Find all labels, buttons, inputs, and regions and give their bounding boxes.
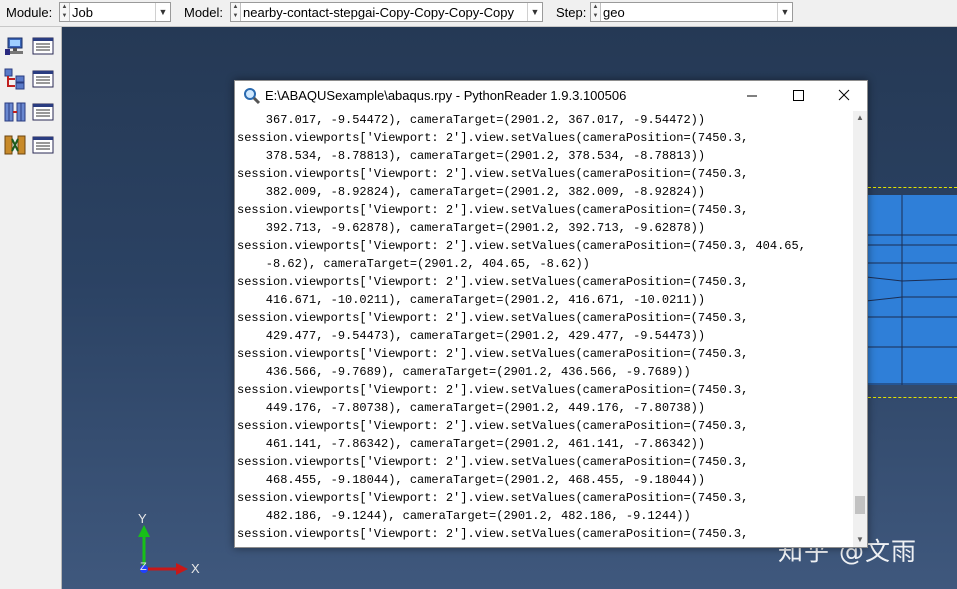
module-combo[interactable]: ▲ ▼ Job ▼ [59,2,171,22]
step-combo[interactable]: ▲ ▼ geo ▼ [590,2,793,22]
script-line: 461.141, -7.86342), cameraTarget=(2901.2… [237,437,706,451]
model-spin-icon[interactable]: ▲ ▼ [231,3,241,21]
adaptivity-icon[interactable] [4,68,26,90]
step-value: geo [603,5,625,20]
script-line: session.viewports['Viewport: 2'].view.se… [237,491,749,505]
script-line: session.viewports['Viewport: 2'].view.se… [237,419,749,433]
script-line: session.viewports['Viewport: 2'].view.se… [237,239,806,253]
model-combo[interactable]: ▲ ▼ nearby-contact-stepgai-Copy-Copy-Copy… [230,2,543,22]
maximize-button[interactable] [775,81,821,111]
axis-y-label: Y [138,511,147,526]
model-chevron-down-icon[interactable]: ▼ [527,3,542,21]
python-reader-window[interactable]: E:\ABAQUSexample\abaqus.rpy - PythonRead… [234,80,868,548]
close-icon [838,89,850,101]
minimize-button[interactable] [729,81,775,111]
module-spin-icon[interactable]: ▲ ▼ [60,3,70,21]
job-list-icon[interactable] [32,35,54,57]
step-chevron-down-icon[interactable]: ▼ [777,3,792,21]
magnifier-icon [243,87,261,105]
step-spin-icon[interactable]: ▲ ▼ [591,3,601,21]
module-chevron-down-icon[interactable]: ▼ [155,3,170,21]
script-line: session.viewports['Viewport: 2'].view.se… [237,455,749,469]
scroll-down-icon[interactable]: ▼ [853,533,867,547]
script-line: 382.009, -8.92824), cameraTarget=(2901.2… [237,185,706,199]
script-text-area[interactable]: 367.017, -9.54472), cameraTarget=(2901.2… [237,111,853,547]
vertical-scrollbar[interactable]: ▲ ▼ [853,111,867,547]
adaptivity-list-icon[interactable] [32,68,54,90]
close-button[interactable] [821,81,867,111]
script-line: 392.713, -9.62878), cameraTarget=(2901.2… [237,221,706,235]
script-line: session.viewports['Viewport: 2'].view.se… [237,275,749,289]
script-line: session.viewports['Viewport: 2'].view.se… [237,131,749,145]
script-line: 416.671, -10.0211), cameraTarget=(2901.2… [237,293,706,307]
window-title: E:\ABAQUSexample\abaqus.rpy - PythonRead… [265,88,627,103]
scroll-thumb[interactable] [855,495,865,514]
optimization-list-icon[interactable] [32,134,54,156]
script-line: 449.176, -7.80738), cameraTarget=(2901.2… [237,401,706,415]
module-value: Job [72,5,93,20]
step-label: Step: [556,5,587,20]
script-line: 468.455, -9.18044), cameraTarget=(2901.2… [237,473,706,487]
script-line: 367.017, -9.54472), cameraTarget=(2901.2… [237,113,706,127]
model-label: Model: [184,5,224,20]
script-line: session.viewports['Viewport: 2'].view.se… [237,383,749,397]
script-line: session.viewports['Viewport: 2'].view.se… [237,167,749,181]
script-line: -8.62), cameraTarget=(2901.2, 404.65, -8… [237,257,590,271]
script-line: session.viewports['Viewport: 2'].view.se… [237,347,749,361]
script-line: session.viewports['Viewport: 2'].view.se… [237,203,749,217]
script-line: session.viewports['Viewport: 2'].view.se… [237,527,749,541]
module-label: Module: [6,5,53,20]
script-line: 482.186, -9.1244), cameraTarget=(2901.2,… [237,509,691,523]
boundary-dash-top [868,187,957,188]
model-value: nearby-contact-stepgai-Copy-Copy-Copy-Co… [243,5,514,20]
script-line: session.viewports['Viewport: 2'].view.se… [237,311,749,325]
axis-x-label: X [191,561,200,576]
boundary-dash-bottom [868,397,957,398]
co-execution-icon[interactable] [4,101,26,123]
job-manager-icon[interactable] [4,35,26,57]
toolbox [0,27,62,589]
script-line: 378.534, -8.78813), cameraTarget=(2901.2… [237,149,706,163]
scroll-up-icon[interactable]: ▲ [853,111,867,125]
optimization-icon[interactable] [4,134,26,156]
context-bar: Module: ▲ ▼ Job ▼ Model: ▲ ▼ nearby-contac… [0,0,957,27]
minimize-icon [747,95,757,97]
window-title-bar[interactable]: E:\ABAQUSexample\abaqus.rpy - PythonRead… [235,81,867,111]
script-line: 436.566, -9.7689), cameraTarget=(2901.2,… [237,365,691,379]
axis-z-label: Z [140,561,147,573]
script-line: 429.477, -9.54473), cameraTarget=(2901.2… [237,329,706,343]
co-execution-list-icon[interactable] [32,101,54,123]
maximize-icon [793,90,804,101]
mesh-part[interactable] [866,195,957,385]
